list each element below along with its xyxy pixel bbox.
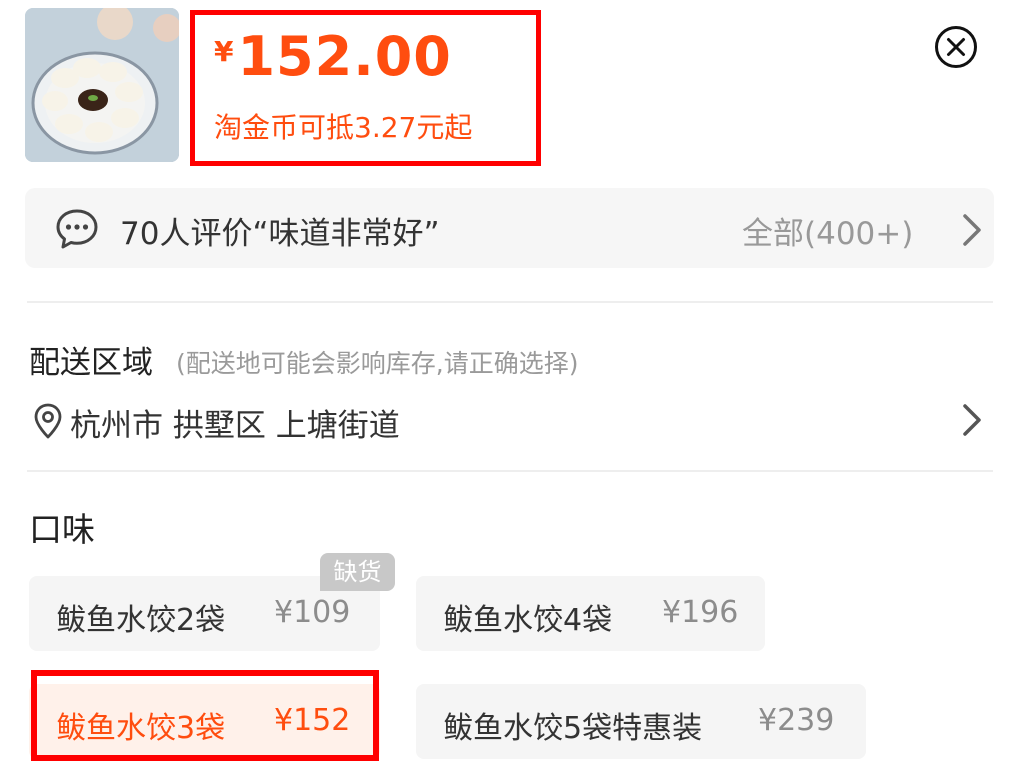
option-name: 鲅鱼水饺4袋 (443, 603, 613, 638)
delivery-area-title: 配送区域 (29, 345, 153, 381)
review-all-link[interactable]: 全部(400+) (742, 208, 913, 253)
delivery-location-text: 杭州市 拱墅区 上塘街道 (70, 408, 400, 444)
option-name: 鲅鱼水饺2袋 (56, 603, 226, 638)
option-price: ¥109 (274, 595, 351, 630)
option-price: ¥239 (758, 703, 835, 738)
option-name: 鲅鱼水饺5袋特惠装 (443, 711, 703, 746)
chevron-right-icon (958, 400, 986, 440)
product-price: ¥152.00 (214, 25, 452, 88)
flavor-option-5-bags-special[interactable]: 鲅鱼水饺5袋特惠装 ¥239 (416, 684, 866, 759)
comment-icon (54, 206, 100, 252)
coin-discount-text: 淘金币可抵3.27元起 (214, 111, 473, 144)
selected-option-highlight-box (31, 670, 379, 761)
price-amount: 152.00 (237, 25, 452, 88)
flavor-option-4-bags[interactable]: 鲅鱼水饺4袋 ¥196 (416, 576, 765, 651)
currency-symbol: ¥ (214, 35, 234, 68)
divider (27, 301, 993, 303)
option-price: ¥196 (662, 595, 739, 630)
delivery-area-hint: (配送地可能会影响库存,请正确选择) (176, 349, 579, 378)
location-pin-icon (33, 403, 63, 439)
chevron-right-icon (958, 210, 986, 250)
out-of-stock-badge: 缺货 (320, 553, 395, 591)
divider (27, 470, 993, 472)
product-thumbnail[interactable] (25, 8, 179, 162)
flavor-section-title: 口味 (29, 510, 95, 549)
review-summary-text: 70人评价“味道非常好” (120, 216, 440, 252)
close-button[interactable] (934, 25, 978, 69)
close-circle-icon (935, 26, 977, 68)
